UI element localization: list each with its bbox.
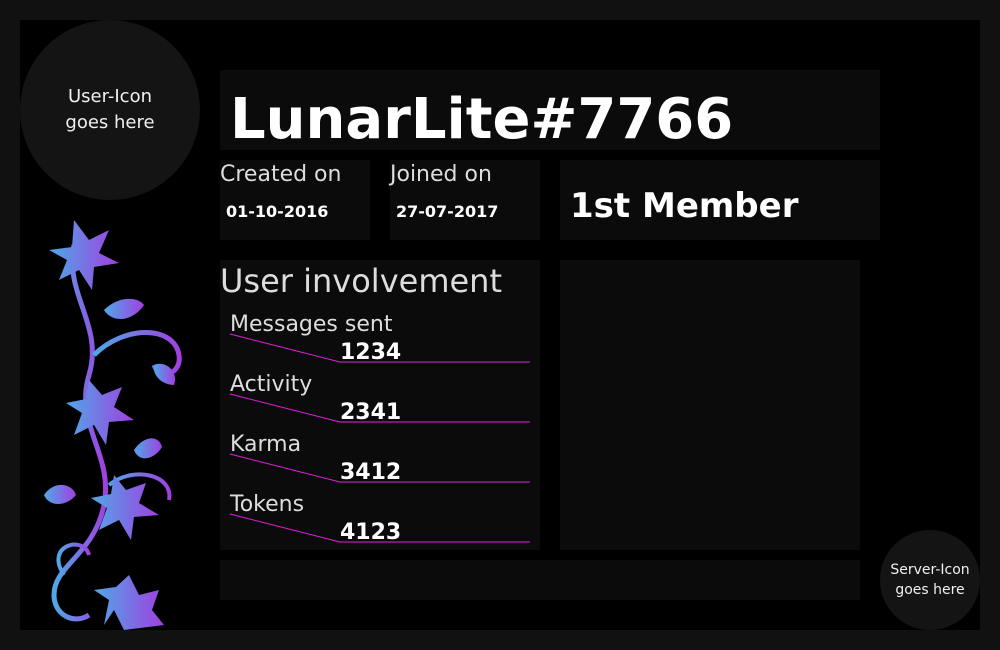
stat-value: 2341 [340, 400, 402, 425]
stat-activity: Activity 2341 [229, 372, 530, 432]
joined-on-value: 27-07-2017 [396, 202, 499, 221]
created-on-value: 01-10-2016 [226, 202, 329, 221]
user-involvement-panel: User involvement Messages sent 1234 Acti… [220, 260, 540, 550]
username: LunarLite#7766 [230, 87, 734, 152]
server-icon-placeholder[interactable]: Server-Icon goes here [880, 530, 980, 630]
stat-label: Tokens [230, 492, 305, 517]
stat-label: Karma [230, 432, 302, 457]
created-on-label: Created on [220, 162, 342, 187]
joined-on-label: Joined on [390, 162, 492, 187]
stat-value: 4123 [340, 520, 402, 545]
stat-value: 1234 [340, 340, 402, 365]
involvement-title: User involvement [220, 262, 502, 300]
stat-karma: Karma 3412 [229, 432, 530, 492]
stat-messages-sent: Messages sent 1234 [229, 312, 530, 372]
stat-label: Activity [230, 372, 313, 397]
side-panel [560, 260, 860, 550]
user-icon-placeholder-text: User-Icon goes here [65, 86, 155, 133]
floral-vine-icon [44, 220, 182, 630]
stat-label: Messages sent [230, 312, 393, 337]
username-panel: LunarLite#7766 [220, 70, 880, 152]
stat-tokens: Tokens 4123 [229, 492, 530, 552]
joined-on-panel: Joined on 27-07-2017 [390, 160, 540, 240]
server-icon-placeholder-text: Server-Icon goes here [890, 562, 970, 598]
member-rank: 1st Member [570, 186, 799, 226]
created-on-panel: Created on 01-10-2016 [220, 160, 370, 240]
rank-panel: 1st Member [560, 160, 880, 240]
user-avatar-placeholder[interactable]: User-Icon goes here [20, 20, 200, 200]
stat-value: 3412 [340, 460, 402, 485]
bottom-bar [220, 560, 860, 600]
profile-card: User-Icon goes here LunarLite#7766 Creat… [20, 20, 980, 630]
